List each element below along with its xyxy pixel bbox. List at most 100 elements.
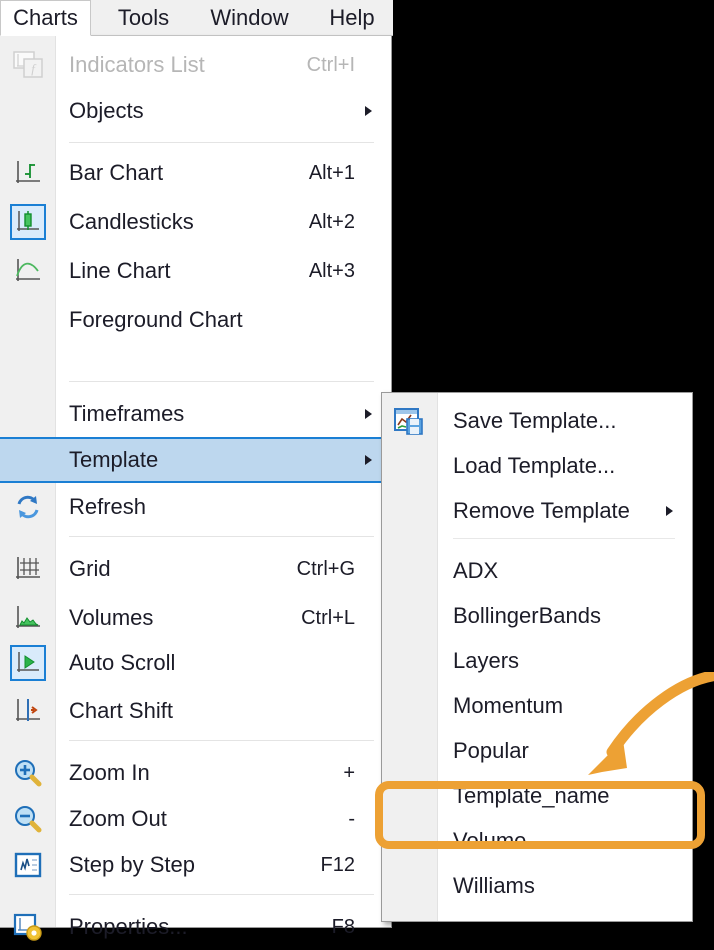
submenu-item-template-name-label: Template_name — [453, 782, 610, 808]
menu-item-bar-chart-shortcut: Alt+1 — [308, 161, 355, 184]
menu-item-line-chart[interactable]: Line Chart Alt+3 — [0, 248, 391, 294]
charts-dropdown-menu: f Indicators List Ctrl+I Objects Bar Cha… — [0, 36, 392, 941]
menu-item-objects[interactable]: Objects — [0, 88, 391, 134]
submenu-item-volume[interactable]: Volume — [382, 818, 692, 863]
chevron-right-icon — [666, 505, 673, 516]
submenu-item-save-template-label: Save Template... — [453, 407, 617, 433]
menu-item-auto-scroll-label: Auto Scroll — [69, 650, 176, 675]
menu-item-step-by-step[interactable]: Step by Step F12 — [0, 842, 391, 888]
menu-item-grid-shortcut: Ctrl+G — [296, 557, 355, 580]
auto-scroll-icon — [10, 645, 46, 681]
menu-item-refresh-label: Refresh — [69, 494, 147, 519]
menu-item-auto-scroll[interactable]: Auto Scroll — [0, 640, 391, 686]
menu-separator — [69, 381, 374, 382]
refresh-icon — [10, 489, 46, 525]
submenu-item-adx[interactable]: ADX — [382, 548, 692, 593]
menubar-item-window[interactable]: Window — [192, 0, 307, 36]
menu-item-zoom-out[interactable]: Zoom Out - — [0, 796, 391, 842]
menu-item-properties-label: Properties... — [69, 914, 188, 939]
submenu-item-load-template[interactable]: Load Template... — [382, 443, 692, 488]
menu-item-volumes-label: Volumes — [69, 605, 154, 630]
menu-item-candlesticks-shortcut: Alt+2 — [308, 210, 355, 233]
menu-item-grid[interactable]: Grid Ctrl+G — [0, 546, 391, 592]
menu-item-line-chart-label: Line Chart — [69, 258, 171, 283]
grid-icon — [10, 551, 46, 587]
menu-item-refresh[interactable]: Refresh — [0, 484, 391, 530]
menu-item-chart-shift[interactable]: Chart Shift — [0, 688, 391, 734]
menubar-item-help[interactable]: Help — [313, 0, 391, 36]
submenu-item-template-name[interactable]: Template_name — [382, 773, 692, 818]
submenu-item-remove-template-label: Remove Template — [453, 497, 630, 523]
menu-item-candlesticks[interactable]: Candlesticks Alt+2 — [0, 199, 391, 245]
menu-item-foreground-chart-label: Foreground Chart — [69, 307, 243, 332]
template-submenu: Save Template... Load Template... Remove… — [381, 392, 693, 922]
menu-item-volumes[interactable]: Volumes Ctrl+L — [0, 595, 391, 641]
submenu-item-save-template[interactable]: Save Template... — [382, 398, 692, 443]
menu-separator — [69, 740, 374, 741]
zoom-in-icon — [10, 755, 46, 791]
zoom-out-icon — [10, 801, 46, 837]
submenu-item-remove-template[interactable]: Remove Template — [382, 488, 692, 533]
menubar-item-window-label: Window — [210, 5, 289, 30]
menu-item-grid-label: Grid — [69, 556, 111, 581]
menu-item-indicators-list-label: Indicators List — [69, 52, 205, 77]
submenu-item-layers-label: Layers — [453, 647, 520, 673]
menu-item-step-by-step-label: Step by Step — [69, 852, 195, 877]
bar-chart-icon — [10, 155, 46, 191]
menu-item-zoom-in-shortcut: + — [343, 761, 355, 784]
menu-separator — [69, 536, 374, 537]
menubar-item-tools[interactable]: Tools — [101, 0, 186, 36]
menu-item-bar-chart[interactable]: Bar Chart Alt+1 — [0, 150, 391, 196]
submenu-item-bollingerbands-label: BollingerBands — [453, 602, 601, 628]
menu-item-chart-shift-label: Chart Shift — [69, 698, 173, 723]
menu-item-zoom-in[interactable]: Zoom In + — [0, 750, 391, 796]
menubar-item-tools-label: Tools — [117, 5, 170, 30]
submenu-item-momentum[interactable]: Momentum — [382, 683, 692, 728]
menu-item-candlesticks-label: Candlesticks — [69, 209, 194, 234]
volumes-icon — [10, 600, 46, 636]
submenu-item-load-template-label: Load Template... — [453, 452, 616, 478]
menu-item-timeframes[interactable]: Timeframes — [0, 391, 391, 437]
menu-item-step-by-step-shortcut: F12 — [320, 853, 355, 876]
menu-item-zoom-out-shortcut: - — [348, 807, 355, 830]
menu-separator — [69, 142, 374, 143]
chevron-right-icon — [365, 455, 372, 465]
menu-item-properties[interactable]: Properties... F8 — [0, 904, 391, 950]
menu-item-zoom-out-label: Zoom Out — [69, 806, 167, 831]
line-chart-icon — [10, 253, 46, 289]
menu-item-zoom-in-label: Zoom In — [69, 760, 150, 785]
submenu-separator — [453, 538, 675, 539]
step-by-step-icon — [10, 847, 46, 883]
menu-item-bar-chart-label: Bar Chart — [69, 160, 164, 185]
menu-item-template-label: Template — [69, 447, 159, 472]
submenu-item-popular-label: Popular — [453, 737, 529, 763]
chevron-right-icon — [365, 409, 372, 419]
menu-item-objects-label: Objects — [69, 98, 144, 123]
save-template-icon — [391, 403, 427, 439]
menubar-item-help-label: Help — [329, 5, 375, 30]
submenu-item-volume-label: Volume — [453, 827, 527, 853]
submenu-item-adx-label: ADX — [453, 557, 499, 583]
submenu-item-popular[interactable]: Popular — [382, 728, 692, 773]
chart-shift-icon — [10, 693, 46, 729]
candlesticks-icon — [10, 204, 46, 240]
menu-item-timeframes-label: Timeframes — [69, 401, 185, 426]
properties-icon — [10, 909, 46, 945]
submenu-item-layers[interactable]: Layers — [382, 638, 692, 683]
menu-item-line-chart-shortcut: Alt+3 — [308, 259, 355, 282]
menu-separator — [69, 894, 374, 895]
menu-item-foreground-chart[interactable]: Foreground Chart — [0, 297, 391, 343]
menu-item-properties-shortcut: F8 — [331, 915, 355, 938]
chevron-right-icon — [365, 106, 372, 116]
menu-item-indicators-list[interactable]: f Indicators List Ctrl+I — [0, 42, 391, 88]
submenu-item-williams[interactable]: Williams — [382, 863, 692, 908]
menu-item-volumes-shortcut: Ctrl+L — [301, 606, 355, 629]
menu-item-template[interactable]: Template — [0, 437, 391, 483]
submenu-item-williams-label: Williams — [453, 872, 535, 898]
menubar-item-charts[interactable]: Charts — [0, 0, 91, 36]
menu-bar: Charts Tools Window Help — [0, 0, 393, 36]
menubar-item-charts-label: Charts — [13, 5, 78, 30]
indicators-list-icon: f — [10, 47, 46, 83]
submenu-item-bollingerbands[interactable]: BollingerBands — [382, 593, 692, 638]
submenu-item-momentum-label: Momentum — [453, 692, 564, 718]
